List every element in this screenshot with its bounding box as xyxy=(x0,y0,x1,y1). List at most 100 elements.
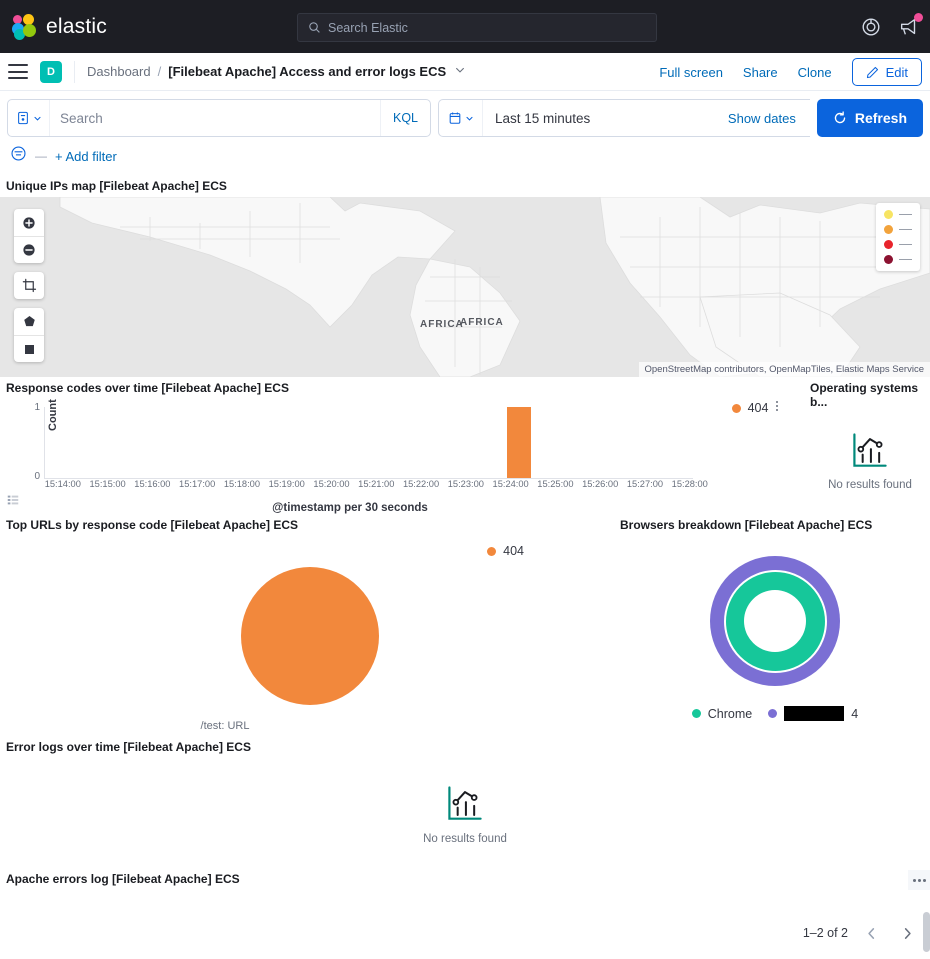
breadcrumb-dashboard[interactable]: Dashboard xyxy=(87,64,151,79)
x-axis-tick: 15:24:00 xyxy=(493,479,529,489)
chevron-down-icon xyxy=(33,114,42,123)
help-circle-icon[interactable] xyxy=(860,16,882,38)
pagination-prev-button[interactable] xyxy=(858,920,884,946)
menu-toggle-button[interactable] xyxy=(8,64,28,79)
clone-button[interactable]: Clone xyxy=(798,65,832,80)
map-legend xyxy=(876,203,920,271)
filter-options-icon[interactable] xyxy=(10,145,27,167)
legend-item-label: Chrome xyxy=(708,707,752,721)
browsers-donut[interactable] xyxy=(620,536,930,706)
edit-button[interactable]: Edit xyxy=(852,58,922,86)
error-logs-panel: No results found xyxy=(0,758,930,868)
legend-color-swatch xyxy=(732,404,741,413)
page-title: [Filebeat Apache] Access and error logs … xyxy=(168,64,446,79)
legend-item-label: 404 xyxy=(503,544,524,558)
operating-systems-empty-text: No results found xyxy=(828,479,912,491)
breadcrumb-separator: / xyxy=(158,64,162,79)
legend-item-chrome[interactable]: Chrome xyxy=(692,707,752,721)
map-draw-controls xyxy=(14,308,44,362)
panel-title-error-logs: Error logs over time [Filebeat Apache] E… xyxy=(0,736,930,758)
full-screen-button[interactable]: Full screen xyxy=(659,65,723,80)
breadcrumb-bar: D Dashboard / [Filebeat Apache] Access a… xyxy=(0,53,930,91)
global-search-field[interactable]: Search Elastic xyxy=(297,13,657,42)
space-avatar[interactable]: D xyxy=(40,61,62,83)
map-draw-rectangle-button[interactable] xyxy=(14,335,44,362)
charts-row-2: Top URLs by response code [Filebeat Apac… xyxy=(0,514,930,736)
crop-icon xyxy=(22,278,37,293)
chevron-down-icon xyxy=(465,114,474,123)
global-header-actions xyxy=(860,0,920,53)
date-quick-select-button[interactable] xyxy=(439,100,483,136)
y-axis-label: Count xyxy=(47,399,59,431)
legend-actions-icon[interactable] xyxy=(776,401,778,411)
date-picker-group: Last 15 minutes Show dates xyxy=(438,99,810,137)
search-icon xyxy=(308,21,321,34)
map-zoom-controls xyxy=(14,209,44,263)
rectangle-icon xyxy=(22,342,37,357)
map-fit-bounds-button[interactable] xyxy=(14,272,44,299)
x-axis-tick: 15:18:00 xyxy=(224,479,260,489)
add-filter-button[interactable]: + Add filter xyxy=(55,149,117,164)
search-input[interactable] xyxy=(50,100,380,136)
response-codes-plot[interactable]: Count 1 0 xyxy=(44,407,693,479)
notification-badge xyxy=(914,13,923,22)
global-header: elastic Search Elastic xyxy=(0,0,930,53)
operating-systems-panel: Operating systems b... No results found xyxy=(810,377,930,514)
chevron-down-icon[interactable] xyxy=(454,63,466,81)
pie-slice-test-url[interactable] xyxy=(241,567,379,705)
x-axis-tick: 15:25:00 xyxy=(537,479,573,489)
x-axis-tick: 15:19:00 xyxy=(269,479,305,489)
operating-systems-empty-state: No results found xyxy=(810,429,930,491)
elastic-logo-mark xyxy=(11,14,37,40)
panel-title-apache-errors: Apache errors log [Filebeat Apache] ECS xyxy=(0,868,930,890)
panel-context-menu-button[interactable] xyxy=(908,870,930,890)
donut-ring-outer[interactable] xyxy=(710,556,840,686)
apache-errors-panel: 1–2 of 2 xyxy=(0,890,930,952)
no-results-chart-icon xyxy=(443,782,487,826)
zoom-in-icon xyxy=(21,215,37,231)
announcement-icon[interactable] xyxy=(898,16,920,38)
time-range-label[interactable]: Last 15 minutes xyxy=(483,111,728,126)
map-controls xyxy=(14,209,44,362)
top-urls-pie[interactable]: /test: URL xyxy=(0,536,620,736)
donut-ring-inner[interactable] xyxy=(724,570,827,673)
legend-color-swatch xyxy=(692,709,701,718)
donut-hole xyxy=(744,590,806,652)
bar-404-15-25-00[interactable] xyxy=(507,407,531,478)
top-urls-legend[interactable]: 404 xyxy=(487,544,524,558)
map-attribution[interactable]: OpenStreetMap contributors, OpenMapTiles… xyxy=(639,362,930,377)
map-zoom-out-button[interactable] xyxy=(14,236,44,263)
x-axis-tick: 15:23:00 xyxy=(448,479,484,489)
legend-item-label: 4 xyxy=(851,707,858,721)
filter-divider: — xyxy=(35,149,47,163)
data-view-picker[interactable] xyxy=(8,100,50,136)
legend-toggle-icon[interactable] xyxy=(6,493,20,512)
y-axis-tick: 1 xyxy=(34,403,40,413)
top-urls-panel: Top URLs by response code [Filebeat Apac… xyxy=(0,514,620,736)
unique-ips-map-panel[interactable]: AFRICA SOUTH AFRICA SOUTH xyxy=(0,197,930,377)
map-zoom-in-button[interactable] xyxy=(14,209,44,236)
vertical-scrollbar[interactable] xyxy=(923,912,930,952)
x-axis-tick: 15:15:00 xyxy=(89,479,125,489)
pagination-next-button[interactable] xyxy=(894,920,920,946)
legend-item-404[interactable]: 404 xyxy=(732,401,769,415)
panel-title-operating-systems: Operating systems b... xyxy=(810,377,930,413)
share-button[interactable]: Share xyxy=(743,65,778,80)
query-language-button[interactable]: KQL xyxy=(380,100,430,136)
x-axis-tick: 15:14:00 xyxy=(45,479,81,489)
show-dates-button[interactable]: Show dates xyxy=(728,111,810,126)
legend-color-swatch xyxy=(768,709,777,718)
refresh-button-label: Refresh xyxy=(855,110,907,126)
edit-button-label: Edit xyxy=(886,65,908,80)
legend-color-swatch xyxy=(487,547,496,556)
x-axis-tick: 15:16:00 xyxy=(134,479,170,489)
x-axis-title: @timestamp per 30 seconds xyxy=(0,502,700,514)
map-label-africa: AFRICA xyxy=(460,317,504,328)
refresh-button[interactable]: Refresh xyxy=(817,99,923,137)
apache-errors-pagination: 1–2 of 2 xyxy=(803,920,920,946)
map-draw-polygon-button[interactable] xyxy=(14,308,44,335)
pencil-icon xyxy=(866,66,879,79)
legend-item-redacted[interactable]: 4 xyxy=(768,706,858,721)
elastic-logo[interactable]: elastic xyxy=(0,14,107,40)
query-bar: KQL Last 15 minutes Show dates Refresh xyxy=(0,91,930,137)
